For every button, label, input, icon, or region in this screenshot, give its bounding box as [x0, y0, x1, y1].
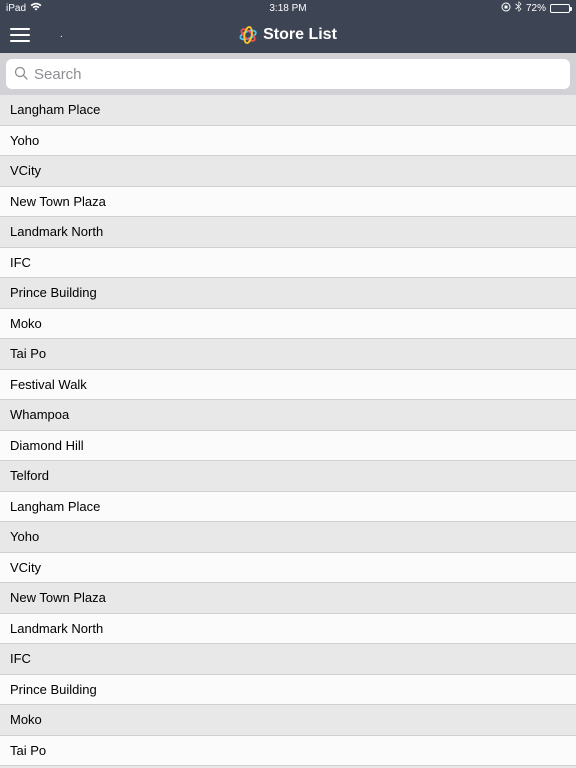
- dot-indicator: .: [60, 29, 63, 40]
- device-label: iPad: [6, 3, 26, 14]
- bluetooth-icon: [515, 1, 522, 15]
- list-item[interactable]: Landmark North: [0, 217, 576, 248]
- nav-bar: . Store List: [0, 16, 576, 53]
- store-name: IFC: [10, 651, 31, 666]
- orientation-lock-icon: [501, 2, 511, 15]
- store-name: Landmark North: [10, 621, 103, 636]
- list-item[interactable]: Yoho: [0, 126, 576, 157]
- store-name: Yoho: [10, 529, 39, 544]
- store-name: VCity: [10, 560, 41, 575]
- app-logo-icon: [239, 26, 257, 44]
- store-name: Tai Po: [10, 743, 46, 758]
- status-time: 3:18 PM: [269, 3, 306, 14]
- status-right: 72%: [501, 1, 570, 15]
- list-item[interactable]: Yoho: [0, 522, 576, 553]
- list-item[interactable]: Prince Building: [0, 278, 576, 309]
- list-item[interactable]: VCity: [0, 156, 576, 187]
- search-box[interactable]: [6, 59, 570, 89]
- list-item[interactable]: Langham Place: [0, 95, 576, 126]
- store-name: Langham Place: [10, 102, 100, 117]
- store-name: Moko: [10, 316, 42, 331]
- store-name: Moko: [10, 712, 42, 727]
- store-name: Tai Po: [10, 346, 46, 361]
- list-item[interactable]: Telford: [0, 461, 576, 492]
- status-bar: iPad 3:18 PM 72%: [0, 0, 576, 16]
- search-input[interactable]: [34, 66, 562, 83]
- store-name: Landmark North: [10, 224, 103, 239]
- wifi-icon: [30, 2, 42, 14]
- list-item[interactable]: IFC: [0, 248, 576, 279]
- store-name: Telford: [10, 468, 49, 483]
- list-item[interactable]: Festival Walk: [0, 370, 576, 401]
- list-item[interactable]: Moko: [0, 705, 576, 736]
- list-item[interactable]: Tai Po: [0, 339, 576, 370]
- store-name: Yoho: [10, 133, 39, 148]
- status-left: iPad: [6, 2, 42, 14]
- store-name: VCity: [10, 163, 41, 178]
- list-item[interactable]: Prince Building: [0, 675, 576, 706]
- battery-icon: [550, 4, 570, 13]
- list-item[interactable]: IFC: [0, 644, 576, 675]
- list-item[interactable]: New Town Plaza: [0, 583, 576, 614]
- store-name: Festival Walk: [10, 377, 87, 392]
- store-name: Prince Building: [10, 682, 97, 697]
- list-item[interactable]: Diamond Hill: [0, 431, 576, 462]
- nav-title-wrap: Store List: [239, 26, 337, 44]
- store-name: New Town Plaza: [10, 194, 106, 209]
- list-item[interactable]: Moko: [0, 309, 576, 340]
- store-name: Diamond Hill: [10, 438, 84, 453]
- store-list: Langham Place Yoho VCity New Town Plaza Land…: [0, 95, 576, 766]
- store-name: IFC: [10, 255, 31, 270]
- page-title: Store List: [263, 26, 337, 44]
- battery-percent: 72%: [526, 3, 546, 14]
- store-name: New Town Plaza: [10, 590, 106, 605]
- list-item[interactable]: Tai Po: [0, 736, 576, 767]
- list-item[interactable]: Whampoa: [0, 400, 576, 431]
- list-item[interactable]: VCity: [0, 553, 576, 584]
- store-name: Prince Building: [10, 285, 97, 300]
- search-icon: [14, 66, 28, 83]
- menu-button[interactable]: [10, 28, 30, 42]
- search-bar: [0, 53, 576, 95]
- store-name: Whampoa: [10, 407, 69, 422]
- list-item[interactable]: New Town Plaza: [0, 187, 576, 218]
- list-item[interactable]: Landmark North: [0, 614, 576, 645]
- store-name: Langham Place: [10, 499, 100, 514]
- list-item[interactable]: Langham Place: [0, 492, 576, 523]
